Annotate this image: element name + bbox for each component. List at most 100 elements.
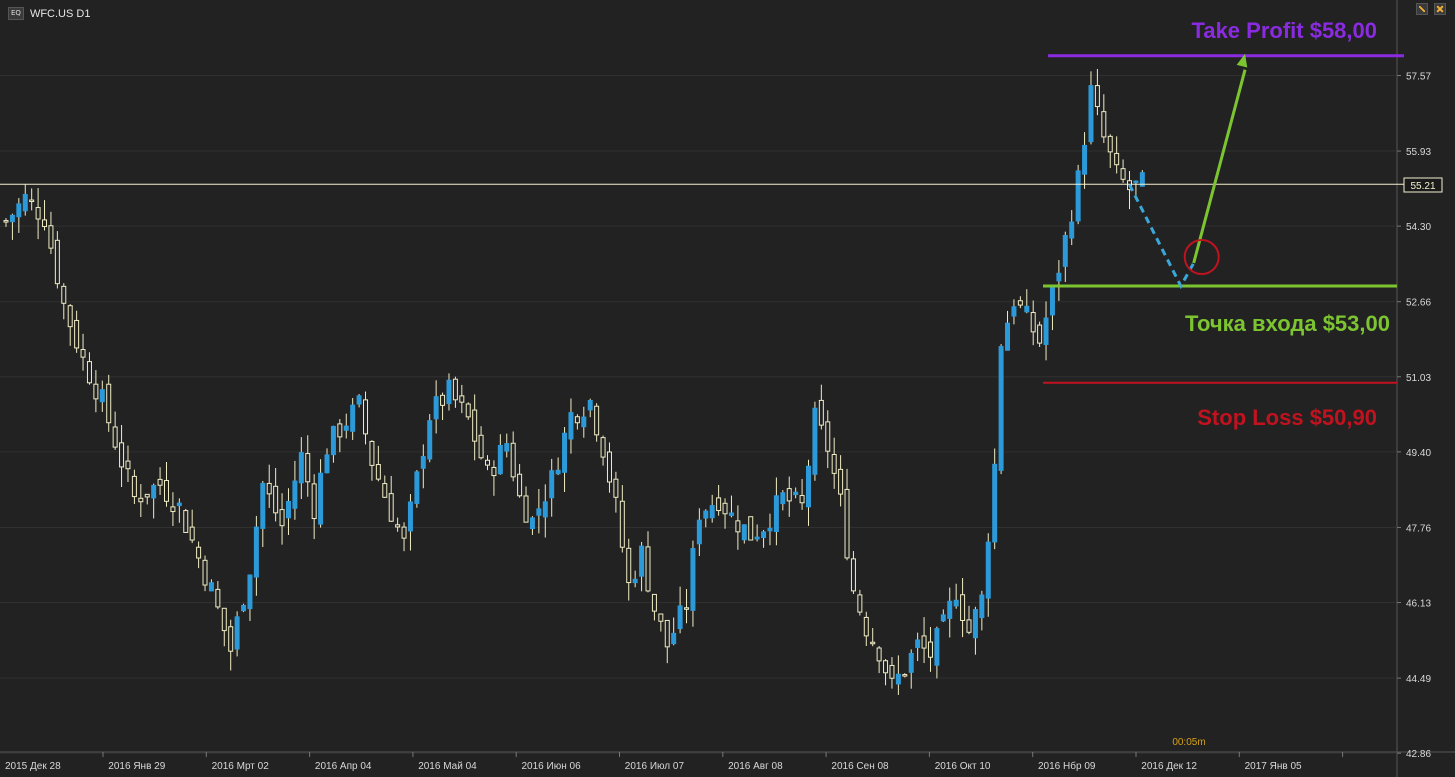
x-tick-label: 2016 Июл 07 [625,761,685,772]
x-tick-label: 2016 Авг 08 [728,761,783,772]
close-chart-button[interactable] [1434,3,1446,15]
candle-down [574,416,580,424]
candle-up [696,519,702,545]
candle-down [80,349,86,358]
candle-up [639,545,645,577]
candle-down [857,594,863,613]
candle-down [215,588,221,608]
candle-up [709,505,715,519]
pencil-icon [1419,6,1425,12]
candle-up [1056,272,1062,282]
candle-up [536,508,542,516]
eq-badge[interactable]: EQ [8,7,24,20]
candle-up [1062,234,1068,267]
candle-down [927,641,933,658]
candle-up [247,574,253,610]
candle-up [1024,305,1030,313]
candle-down [1094,85,1100,108]
candle-down [363,399,369,435]
candle-up [671,632,677,645]
candle-up [587,400,593,411]
y-tick-label: 54.30 [1406,222,1431,233]
candle-up [330,425,336,456]
candle-down [889,664,895,679]
candle-up [703,510,709,519]
candle-down [119,442,125,468]
candle-down [825,421,831,452]
candle-up [998,346,1004,471]
candle-down [748,516,754,541]
y-tick-label: 52.66 [1406,298,1431,309]
candle-down [831,454,837,474]
candle-up [22,194,28,212]
candle-down [459,395,465,403]
candle-down [74,319,80,349]
candle-down [452,378,458,401]
candle-down [3,220,9,223]
candle-down [594,405,600,436]
close-icon [1437,6,1443,12]
candle-up [934,628,940,666]
y-tick-label: 49.40 [1406,448,1431,459]
candle-down [619,500,625,548]
candle-down [266,482,272,495]
entry-label: Точка входа $53,00 [1185,311,1390,336]
candle-down [600,437,606,458]
candle-up [632,578,638,584]
candle-up [1049,287,1055,316]
candle-up [728,512,734,516]
candle-down [902,674,908,677]
candle-down [1101,111,1107,138]
y-tick-label: 51.03 [1406,373,1431,384]
x-tick-label: 2016 Апр 04 [315,761,372,772]
candle-up [915,639,921,648]
candle-up [767,527,773,532]
candle-down [170,506,176,513]
candle-down [183,510,189,533]
candle-up [555,469,561,475]
candle-down [112,426,118,448]
candle-down [1037,324,1043,344]
candle-down [844,488,850,559]
candle-up [504,443,510,452]
candle-up [806,465,811,508]
candle-down [1030,312,1036,333]
candle-down [863,616,869,637]
symbol-header: EQ WFC.US D1 [8,7,90,20]
candle-down [67,305,73,328]
x-tick-label: 2016 Сен 08 [831,761,889,772]
candle-down [228,626,234,652]
candle-down [279,509,285,527]
candle-down [1107,135,1113,153]
candle-up [677,605,683,630]
candle-up [343,425,349,431]
candle-up [318,472,324,525]
candle-down [164,480,169,502]
candle-down [35,207,41,220]
candle-down [684,607,690,610]
candle-up [529,517,535,530]
candle-down [369,440,375,466]
candle-up [446,379,452,405]
candle-down [664,619,670,648]
candle-down [472,409,478,442]
candle-down [876,647,882,662]
candle-up [985,541,991,599]
chart-background [0,0,1455,777]
candle-up [298,452,304,484]
y-tick-label: 44.49 [1406,674,1431,685]
candle-down [337,423,343,438]
candle-down [491,466,497,477]
candle-down [1120,168,1126,180]
y-tick-label: 57.57 [1406,72,1431,83]
candle-down [138,497,144,503]
candle-up [292,480,298,509]
price-chart[interactable]: 57.57 55.93 54.30 52.66 51.03 49.40 47.76 46.13… [0,0,1455,777]
take-profit-label: Take Profit $58,00 [1192,18,1377,43]
edit-chart-button[interactable] [1416,3,1428,15]
candle-up [754,536,760,540]
y-tick-label: 55.93 [1406,147,1431,158]
candle-down [960,594,966,621]
x-tick-label: 2016 Янв 29 [108,761,165,772]
candle-down [870,641,876,645]
